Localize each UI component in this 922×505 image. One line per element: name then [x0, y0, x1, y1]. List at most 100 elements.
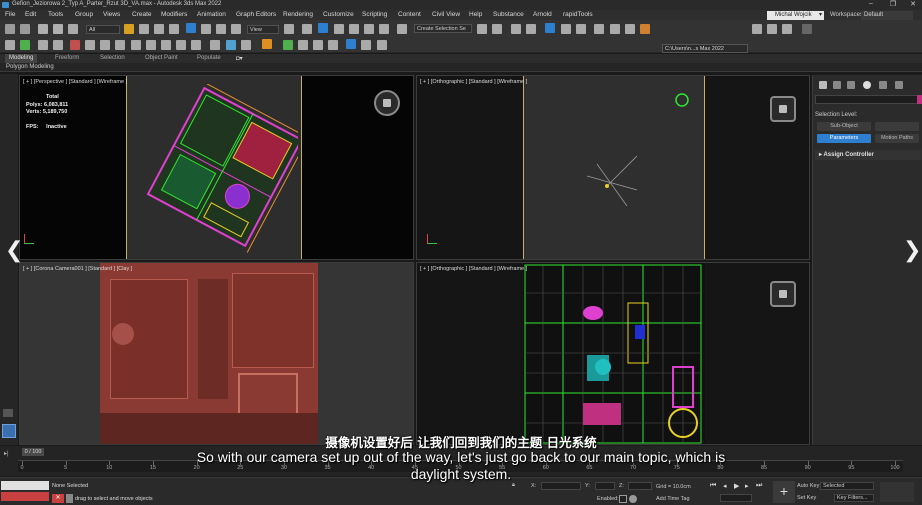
window-crossing-icon[interactable] — [169, 24, 179, 34]
lock-icon[interactable]: 🔒︎ — [512, 482, 515, 489]
rendered-frame-window-icon[interactable] — [625, 24, 635, 34]
align-icon[interactable] — [492, 24, 502, 34]
layout-icon[interactable] — [377, 40, 387, 50]
tab-populate[interactable]: Populate — [197, 55, 221, 61]
snowflake-icon[interactable] — [38, 40, 48, 50]
previous-frame-icon[interactable]: ◂ — [723, 482, 727, 490]
menu-rendering[interactable]: Rendering — [283, 11, 313, 18]
tab-object-paint[interactable]: Object Paint — [145, 55, 178, 61]
angle-snap-icon[interactable] — [349, 24, 359, 34]
motion-paths-button[interactable]: Motion Paths — [875, 134, 919, 143]
maxscript-error-box[interactable] — [1, 492, 49, 501]
menu-tools[interactable]: Tools — [48, 11, 63, 18]
add-key-icon[interactable]: + — [773, 481, 795, 503]
space-warp-icon[interactable] — [191, 40, 201, 50]
object-color-swatch[interactable] — [917, 95, 922, 104]
light-icon[interactable] — [146, 40, 156, 50]
toggle-ribbon-icon[interactable] — [545, 23, 555, 33]
next-arrow-icon[interactable]: ❯ — [903, 238, 921, 263]
select-by-name-icon[interactable] — [139, 24, 149, 34]
menu-modifiers[interactable]: Modifiers — [161, 11, 187, 18]
create-icon[interactable] — [5, 40, 15, 50]
add-time-tag-button[interactable]: Add Time Tag — [656, 496, 690, 502]
redo-icon[interactable] — [20, 24, 30, 34]
menu-customize[interactable]: Customize — [323, 11, 354, 18]
selected-dropdown[interactable]: Selected — [820, 482, 874, 490]
close-button[interactable]: ✕ — [906, 0, 920, 8]
globe-icon[interactable] — [131, 40, 141, 50]
bind-space-warp-icon[interactable] — [68, 24, 78, 34]
open-explorer-icon[interactable] — [782, 24, 792, 34]
spinner-snap-icon[interactable] — [379, 24, 389, 34]
extra-tool-icon[interactable] — [802, 24, 812, 34]
placement-icon[interactable] — [231, 24, 241, 34]
menu-animation[interactable]: Animation — [197, 11, 226, 18]
star-icon[interactable] — [53, 40, 63, 50]
table-icon[interactable] — [328, 40, 338, 50]
menu-views[interactable]: Views — [103, 11, 120, 18]
undo-icon[interactable] — [5, 24, 15, 34]
set-key-button[interactable]: Set Key — [797, 495, 816, 501]
percent-snap-icon[interactable] — [364, 24, 374, 34]
auto-key-button[interactable]: Auto Key — [797, 483, 819, 489]
minimize-button[interactable]: – — [864, 0, 878, 7]
menu-file[interactable]: File — [5, 11, 15, 18]
edit-named-selection-icon[interactable] — [397, 24, 407, 34]
next-frame-icon[interactable]: ▸ — [745, 482, 749, 490]
arrow-down-icon[interactable] — [298, 40, 308, 50]
viewport-orthographic-bottom[interactable]: [ + ] [Orthographic ] [Standard ] [Wiref… — [416, 262, 810, 445]
arrow-up-icon[interactable] — [283, 40, 293, 50]
material-editor-icon[interactable] — [594, 24, 604, 34]
menu-scripting[interactable]: Scripting — [362, 11, 387, 18]
schematic-view-icon[interactable] — [576, 24, 586, 34]
unlink-icon[interactable] — [53, 24, 63, 34]
play-icon[interactable]: ▶ — [734, 482, 739, 490]
reference-coordinate-dropdown[interactable]: View — [247, 25, 279, 34]
expand-icon[interactable] — [3, 409, 13, 417]
polygon-modeling-label[interactable]: Polygon Modeling — [6, 64, 54, 70]
y-coordinate-field[interactable] — [595, 482, 615, 490]
viewport-nav-controls[interactable] — [880, 482, 914, 502]
menu-substance[interactable]: Substance — [493, 11, 524, 18]
named-selection-sets-dropdown[interactable]: Create Selection Se — [414, 24, 472, 33]
project-path-field[interactable]: C:\Users\n...s Max 2022 — [662, 44, 748, 53]
enabled-checkbox[interactable] — [619, 495, 627, 503]
tab-freeform[interactable]: Freeform — [55, 55, 79, 61]
camera-icon[interactable] — [161, 40, 171, 50]
hierarchy-tab-icon[interactable] — [847, 81, 855, 89]
menu-arnold[interactable]: Arnold — [533, 11, 552, 18]
sphere-icon[interactable] — [100, 40, 110, 50]
workspace-dropdown[interactable]: Default — [861, 11, 913, 20]
viewcube-icon[interactable] — [770, 281, 796, 307]
create-tab-icon[interactable] — [819, 81, 827, 89]
pivot-center-icon[interactable] — [284, 24, 294, 34]
isolate-icon[interactable] — [629, 495, 637, 503]
select-and-move-icon[interactable] — [186, 23, 196, 33]
menu-rapidtools[interactable]: rapidTools — [563, 11, 593, 18]
key-filters-button[interactable]: Key Filters... — [834, 494, 874, 502]
viewport-orthographic-top[interactable]: [ + ] [Orthographic ] [Standard ] [Wiref… — [416, 75, 810, 260]
maximize-button[interactable]: ❐ — [886, 0, 900, 8]
z-coordinate-field[interactable] — [628, 482, 652, 490]
viewport-label[interactable]: [ + ] [Corona Camera001 ] [Standard ] [C… — [23, 266, 132, 272]
render-setup-icon[interactable] — [610, 24, 620, 34]
keyboard-shortcut-override-icon[interactable] — [318, 23, 328, 33]
display-tab-icon[interactable] — [879, 81, 887, 89]
close-icon[interactable]: ✕ — [52, 494, 64, 503]
go-to-start-icon[interactable]: ⏮ — [710, 482, 716, 490]
selection-filter-dropdown[interactable]: All — [86, 25, 120, 34]
dropper-icon[interactable] — [226, 40, 236, 50]
project-folder-icon[interactable] — [752, 24, 762, 34]
link-icon[interactable] — [38, 24, 48, 34]
menu-create[interactable]: Create — [132, 11, 152, 18]
scatter-icon[interactable] — [361, 40, 371, 50]
viewport-corona-camera[interactable]: [ + ] [Corona Camera001 ] [Standard ] [C… — [19, 262, 414, 445]
proxy-icon[interactable] — [346, 39, 356, 49]
current-frame-field[interactable] — [720, 494, 752, 502]
menu-civil-view[interactable]: Civil View — [432, 11, 460, 18]
select-and-manipulate-icon[interactable] — [302, 24, 312, 34]
tag-icon[interactable] — [241, 40, 251, 50]
viewport-perspective[interactable]: [ + ] [Perspective ] [Standard ] [Wirefr… — [19, 75, 414, 260]
mirror-icon[interactable] — [477, 24, 487, 34]
assign-controller-rollout[interactable]: ▸ Assign Controller — [815, 150, 921, 160]
